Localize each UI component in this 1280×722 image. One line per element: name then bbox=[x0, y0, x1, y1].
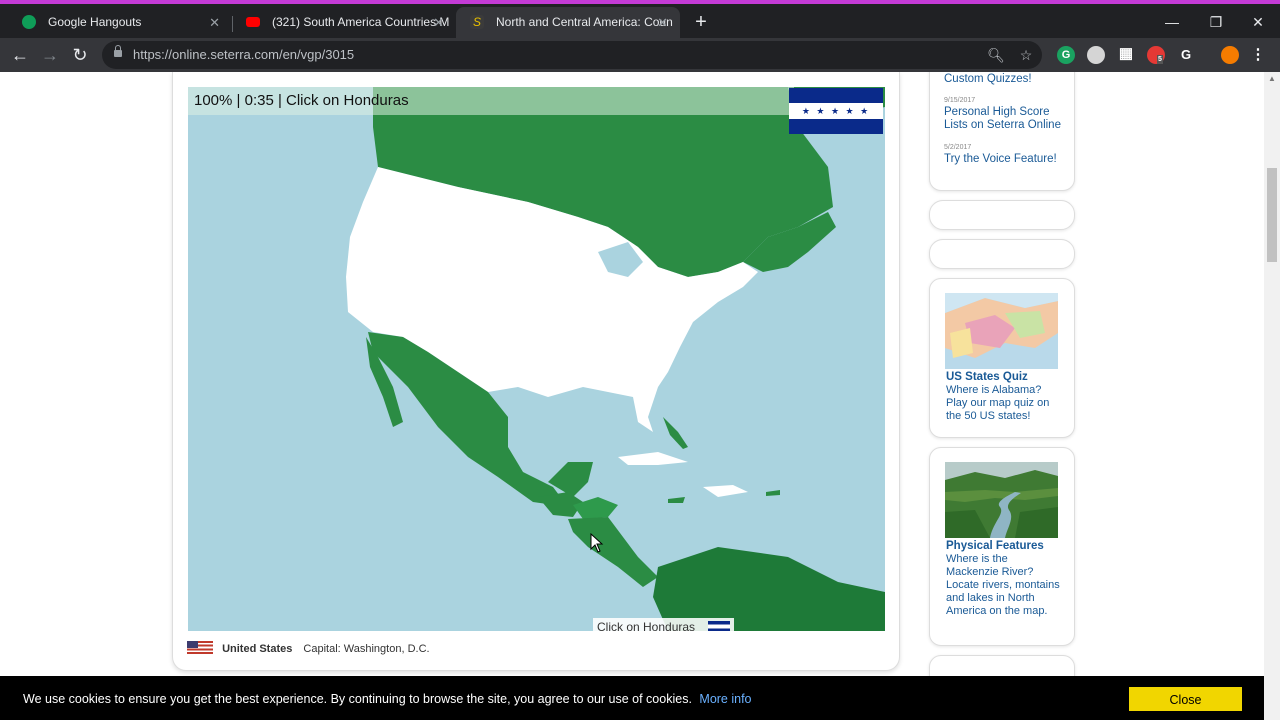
close-tab-icon[interactable]: ✕ bbox=[657, 7, 668, 38]
mouse-cursor-icon bbox=[590, 533, 604, 553]
promo-us-states[interactable]: US States Quiz Where is Alabama? Play ou… bbox=[929, 278, 1075, 438]
new-tab-button[interactable]: + bbox=[690, 11, 712, 33]
forward-button[interactable]: → bbox=[36, 41, 64, 69]
flag-stripe-bottom bbox=[789, 118, 883, 134]
news-item[interactable]: 9/15/2017 Personal High Score Lists on S… bbox=[944, 96, 1068, 132]
address-bar[interactable]: https://online.seterra.com/en/vgp/3015 🔍… bbox=[102, 41, 1042, 69]
quiz-map[interactable]: 100% | 0:35 | Click on Honduras ★ ★ ★ ★ … bbox=[188, 87, 885, 631]
tab-seterra[interactable]: S North and Central America: Coun ✕ bbox=[456, 7, 680, 38]
browser-toolbar: ← → ↻ https://online.seterra.com/en/vgp/… bbox=[0, 38, 1280, 72]
grammarly-extension-icon[interactable]: G bbox=[1057, 46, 1075, 64]
tab-title: North and Central America: Coun bbox=[496, 15, 673, 29]
us-flag-icon bbox=[187, 641, 213, 654]
news-title[interactable]: Personal High Score Lists on Seterra Onl… bbox=[944, 106, 1068, 132]
promo-river-image bbox=[945, 462, 1058, 538]
central-america-south bbox=[568, 517, 658, 587]
quiz-status-bar: 100% | 0:35 | Click on Honduras bbox=[188, 87, 794, 115]
tab-youtube[interactable]: (321) South America Countries M ✕ bbox=[232, 7, 456, 38]
restore-button[interactable]: ❐ bbox=[1194, 8, 1238, 36]
news-date: 9/15/2017 bbox=[944, 97, 976, 104]
extension-circle-icon[interactable] bbox=[1087, 46, 1105, 64]
country-jamaica bbox=[668, 497, 685, 503]
bookmark-star-icon[interactable]: ☆ bbox=[1016, 41, 1036, 69]
promo-physical-features[interactable]: Physical Features Where is the Mackenzie… bbox=[929, 447, 1075, 646]
news-card: Custom Quizzes! 9/15/2017 Personal High … bbox=[929, 72, 1075, 191]
cookie-text: We use cookies to ensure you get the bes… bbox=[23, 692, 692, 706]
promo-map-image bbox=[945, 293, 1058, 369]
seterra-icon: S bbox=[470, 15, 484, 29]
g-extension-icon[interactable]: G bbox=[1177, 46, 1195, 64]
promo-text[interactable]: Where is Alabama? Play our map quiz on t… bbox=[946, 384, 1062, 423]
ad-slot bbox=[929, 200, 1075, 230]
country-bahamas bbox=[663, 417, 688, 449]
country-hispaniola bbox=[703, 485, 748, 497]
adblock-extension-icon[interactable]: 5 bbox=[1147, 46, 1165, 64]
cursor-tooltip: Click on Honduras bbox=[593, 618, 735, 631]
news-item[interactable]: 5/2/2017 Try the Voice Feature! bbox=[944, 143, 1068, 166]
more-info-link[interactable]: More info bbox=[699, 692, 751, 706]
scrollbar-thumb[interactable] bbox=[1267, 168, 1277, 262]
cookie-message: We use cookies to ensure you get the bes… bbox=[23, 676, 752, 722]
news-date: 5/2/2017 bbox=[944, 144, 972, 151]
promo-title[interactable]: US States Quiz bbox=[946, 371, 1028, 383]
flag-stripe-top bbox=[789, 88, 883, 104]
cookie-consent-bar: We use cookies to ensure you get the bes… bbox=[0, 676, 1264, 720]
country-capital: Capital: Washington, D.C. bbox=[303, 643, 430, 655]
zoom-icon[interactable]: 🔍︎ bbox=[986, 41, 1006, 69]
youtube-icon bbox=[246, 17, 260, 27]
tab-google-hangouts[interactable]: Google Hangouts ✕ bbox=[8, 7, 232, 38]
minimize-button[interactable]: — bbox=[1150, 8, 1194, 36]
extension-badge: 5 bbox=[1157, 55, 1163, 64]
flag-stars: ★ ★ ★ ★ ★ bbox=[801, 106, 871, 116]
promo-title[interactable]: Physical Features bbox=[946, 540, 1044, 552]
hangouts-icon bbox=[22, 15, 36, 29]
target-flag-honduras: ★ ★ ★ ★ ★ bbox=[789, 88, 883, 134]
tooltip-text: Click on Honduras bbox=[597, 620, 696, 631]
ad-slot bbox=[929, 239, 1075, 269]
hovered-country-info: United States Capital: Washington, D.C. bbox=[187, 641, 430, 657]
close-tab-icon[interactable]: ✕ bbox=[209, 7, 220, 38]
lock-icon bbox=[114, 45, 122, 57]
map-svg[interactable] bbox=[188, 87, 885, 631]
reload-button[interactable]: ↻ bbox=[66, 41, 94, 69]
apps-grid-icon[interactable]: ▦ bbox=[1117, 46, 1135, 64]
menu-kebab-icon[interactable]: ⋮ bbox=[1249, 46, 1267, 64]
tab-title: (321) South America Countries M bbox=[272, 15, 450, 29]
country-name: United States bbox=[222, 643, 293, 655]
promo-text[interactable]: Where is the Mackenzie River? Locate riv… bbox=[946, 553, 1062, 618]
back-button[interactable]: ← bbox=[6, 41, 34, 69]
profile-avatar[interactable] bbox=[1221, 46, 1239, 64]
tooltip-flag-icon bbox=[708, 621, 731, 631]
scroll-up-arrow-icon[interactable]: ▲ bbox=[1264, 72, 1280, 86]
news-title[interactable]: Custom Quizzes! bbox=[944, 73, 1068, 86]
page-content: 100% | 0:35 | Click on Honduras ★ ★ ★ ★ … bbox=[0, 72, 1264, 720]
cookie-close-button[interactable]: Close bbox=[1129, 687, 1242, 711]
news-title[interactable]: Try the Voice Feature! bbox=[944, 153, 1068, 166]
country-cuba bbox=[618, 452, 688, 465]
news-item[interactable]: Custom Quizzes! bbox=[944, 73, 1068, 86]
tab-strip: Google Hangouts ✕ (321) South America Co… bbox=[0, 4, 1280, 38]
tab-title: Google Hangouts bbox=[48, 15, 142, 29]
close-tab-icon[interactable]: ✕ bbox=[433, 7, 444, 38]
url-text: https://online.seterra.com/en/vgp/3015 bbox=[133, 47, 355, 62]
close-window-button[interactable]: ✕ bbox=[1236, 8, 1280, 36]
country-puerto-rico bbox=[766, 490, 780, 496]
